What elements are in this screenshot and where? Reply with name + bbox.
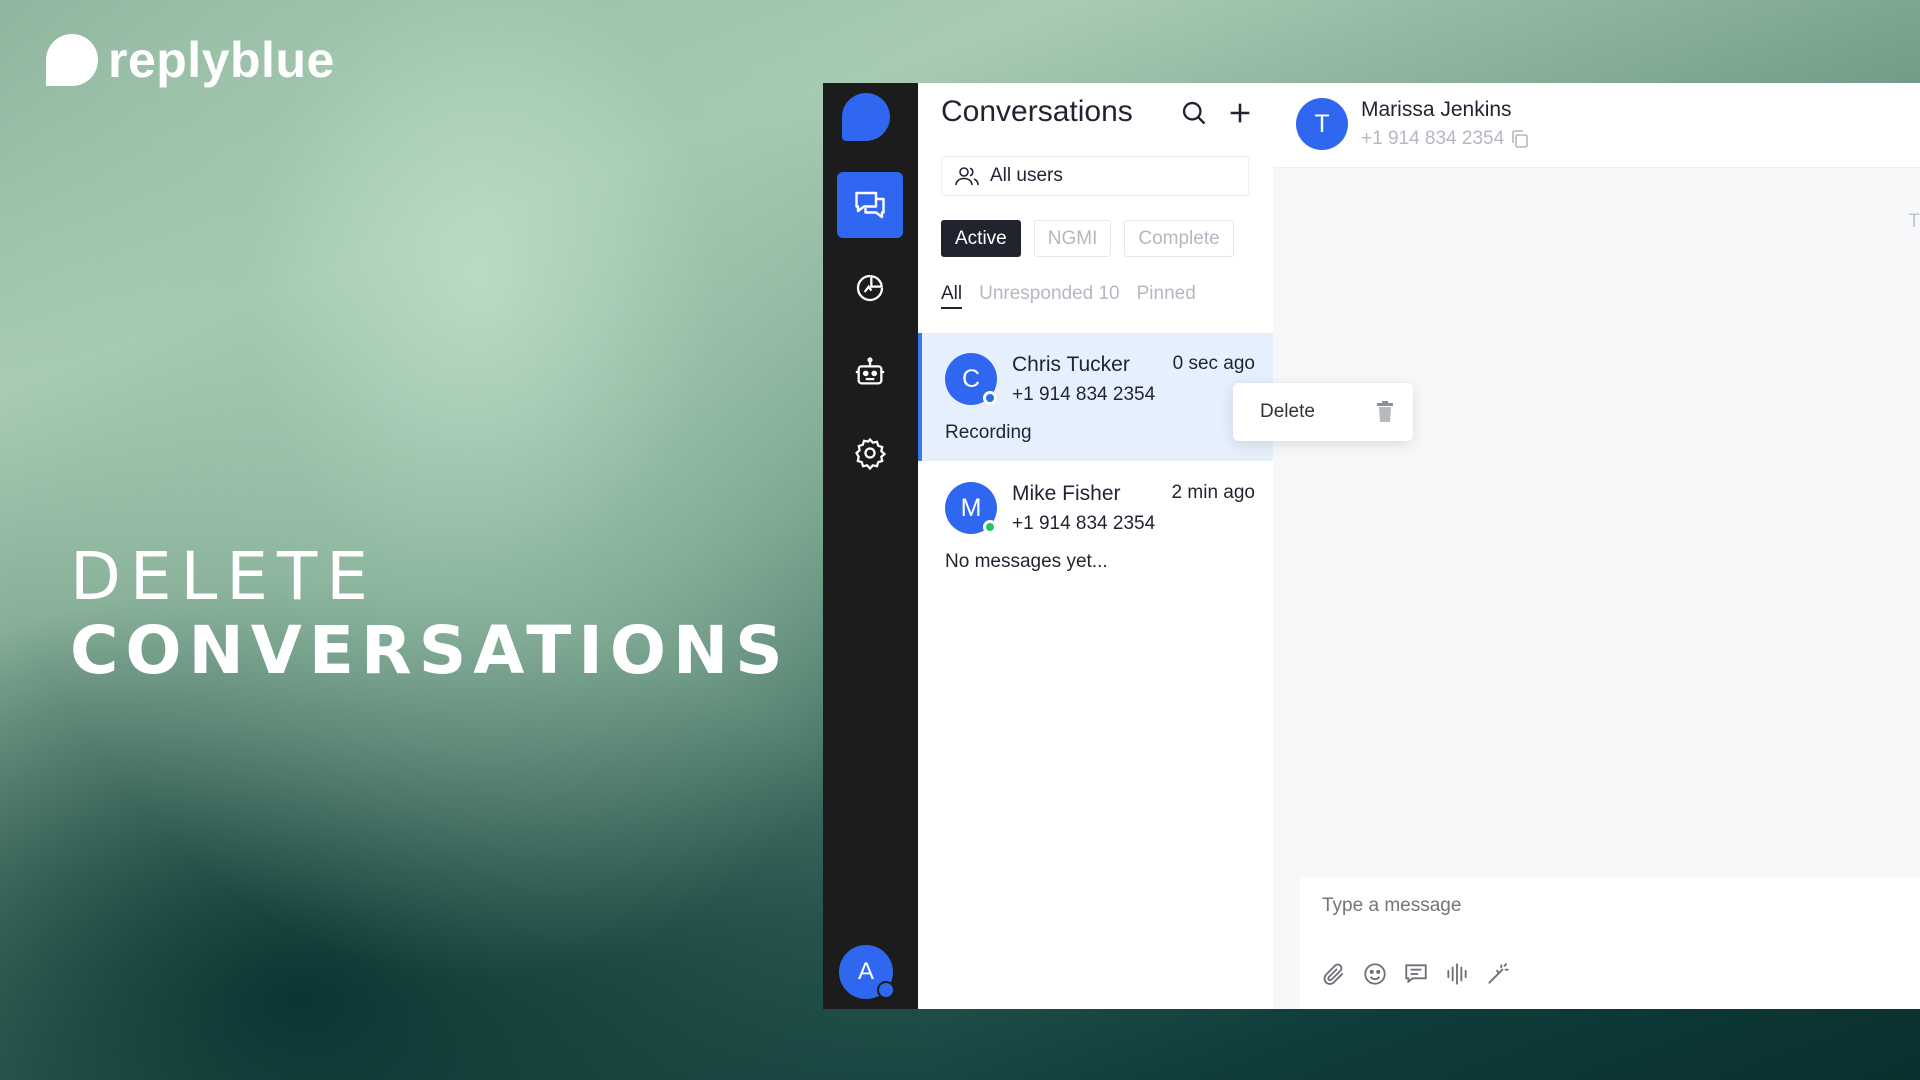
presence-dot [983, 520, 997, 534]
message-preview: Recording [945, 422, 1032, 443]
tab-all[interactable]: All [941, 283, 963, 309]
voice-icon [1446, 962, 1467, 985]
contact-avatar: C [945, 353, 997, 405]
nav-analytics-button[interactable] [837, 255, 903, 321]
message-composer [1300, 878, 1920, 1009]
user-filter-select[interactable]: All users [941, 156, 1249, 196]
paperclip-icon [1323, 963, 1343, 985]
contact-initial: M [960, 493, 982, 522]
tab-active[interactable]: Active [941, 220, 1021, 257]
plus-icon [1230, 103, 1250, 123]
chat-contact-initial: T [1314, 109, 1330, 138]
trash-icon[interactable] [1375, 401, 1395, 423]
chat-pane: T Marissa Jenkins +1 914 834 2354 T [1273, 83, 1920, 1009]
tab-complete[interactable]: Complete [1124, 220, 1234, 257]
message-preview: No messages yet... [945, 551, 1108, 572]
new-conversation-button[interactable] [1226, 99, 1254, 132]
status-tabs: Active NGMI Complete [941, 220, 1234, 257]
brand-name: replyblue [108, 32, 335, 88]
truncated-message-text: T [1908, 211, 1920, 232]
emoji-icon [1363, 962, 1386, 985]
copy-icon[interactable] [1510, 129, 1530, 149]
nav-settings-button[interactable] [837, 420, 903, 486]
contact-initial: C [961, 364, 981, 393]
nav-conversations-button[interactable] [837, 172, 903, 238]
sub-tabs: All Unresponded 10 Pinned [941, 283, 1196, 309]
user-filter-label: All users [990, 165, 1063, 186]
voice-button[interactable] [1443, 960, 1470, 987]
headline: DELETE CONVERSATIONS [70, 540, 790, 688]
ai-assist-button[interactable] [1484, 960, 1511, 987]
brand-logo: replyblue [46, 34, 335, 86]
app-window: A Conversations All users Active NGMI Co… [823, 83, 1920, 1009]
users-icon [955, 167, 979, 186]
conversation-item[interactable]: M Mike Fisher 2 min ago +1 914 834 2354 … [918, 462, 1273, 590]
gear-icon [855, 437, 887, 470]
search-icon [1182, 101, 1206, 125]
presence-dot [877, 981, 895, 999]
conversation-item[interactable]: C Chris Tucker 0 sec ago +1 914 834 2354… [918, 333, 1273, 461]
headline-line-1: DELETE [70, 538, 378, 615]
tab-pinned[interactable]: Pinned [1137, 283, 1196, 309]
contact-phone: +1 914 834 2354 [1012, 384, 1156, 405]
conversation-time: 0 sec ago [1172, 353, 1255, 374]
template-icon [1404, 963, 1427, 983]
conversation-context-menu: Delete [1233, 383, 1413, 441]
user-avatar-initial: A [857, 958, 874, 985]
conversation-time: 2 min ago [1171, 482, 1255, 503]
contact-name: Chris Tucker [1012, 353, 1130, 376]
contact-phone: +1 914 834 2354 [1012, 513, 1156, 534]
template-button[interactable] [1402, 960, 1429, 987]
chat-contact-phone-row: +1 914 834 2354 [1361, 128, 1530, 150]
search-button[interactable] [1180, 99, 1208, 132]
presence-dot [983, 391, 997, 405]
headline-line-2: CONVERSATIONS [70, 612, 790, 689]
conversations-panel: Conversations All users Active NGMI Comp… [918, 83, 1273, 1009]
contact-avatar: M [945, 482, 997, 534]
analytics-pie-icon [856, 274, 884, 302]
emoji-button[interactable] [1361, 960, 1388, 987]
delete-menu-item[interactable]: Delete [1260, 401, 1315, 423]
robot-icon [855, 357, 885, 385]
nav-rail: A [823, 83, 918, 1009]
chat-contact-name: Marissa Jenkins [1361, 98, 1512, 121]
tab-unresponded[interactable]: Unresponded 10 [979, 283, 1120, 309]
logo-mark-icon [46, 34, 98, 86]
tab-ngmi[interactable]: NGMI [1033, 220, 1112, 257]
composer-toolbar [1320, 960, 1511, 987]
chat-contact-phone: +1 914 834 2354 [1361, 128, 1505, 149]
chat-bubbles-icon [855, 191, 885, 219]
attach-button[interactable] [1320, 960, 1347, 987]
magic-wand-icon [1487, 962, 1509, 984]
nav-bots-button[interactable] [837, 339, 903, 405]
chat-contact-avatar: T [1296, 98, 1348, 150]
app-logo-icon [842, 93, 890, 141]
chat-header: T Marissa Jenkins +1 914 834 2354 [1273, 83, 1920, 168]
panel-title: Conversations [941, 95, 1133, 128]
user-avatar[interactable]: A [839, 945, 895, 999]
contact-name: Mike Fisher [1012, 482, 1121, 505]
message-input[interactable] [1320, 894, 1884, 918]
